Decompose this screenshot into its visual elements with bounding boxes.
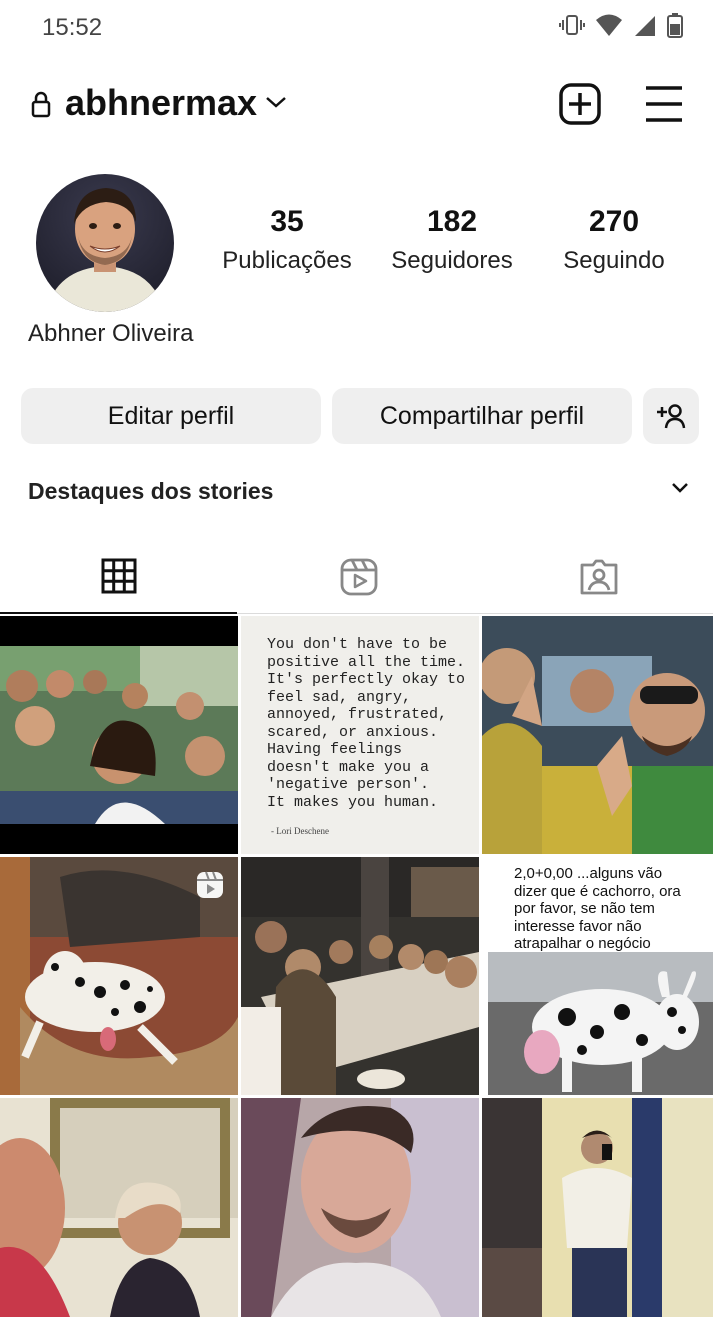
following-label: Seguindo xyxy=(563,247,665,274)
following-count: 270 xyxy=(588,205,640,238)
discover-people-button[interactable] xyxy=(643,388,699,444)
reel-badge-icon xyxy=(197,871,223,898)
story-highlights-toggle[interactable]: Destaques dos stories xyxy=(0,470,713,512)
posts-stat[interactable]: 35 Publicações xyxy=(216,205,358,275)
quote-text: You don't have to be positive all the ti… xyxy=(267,636,466,811)
status-bar: 15:52 xyxy=(0,0,713,56)
share-profile-button[interactable]: Compartilhar perfil xyxy=(332,388,632,444)
post-thumbnail[interactable] xyxy=(0,1098,238,1317)
post-thumbnail[interactable] xyxy=(241,1098,479,1317)
menu-icon xyxy=(646,86,682,122)
full-name: Abhner Oliveira xyxy=(28,320,194,347)
followers-count: 182 xyxy=(426,205,478,238)
post-thumbnail[interactable] xyxy=(241,857,479,1095)
new-post-icon xyxy=(559,83,601,125)
post-thumbnail-caption[interactable]: 2,0+0,00 ...alguns vão dizer que é cacho… xyxy=(482,857,713,1095)
username[interactable]: abhnermax xyxy=(65,82,257,124)
tab-reels[interactable] xyxy=(240,540,477,614)
profile-tabs xyxy=(0,540,713,614)
tab-tagged[interactable] xyxy=(480,540,713,614)
vibrate-icon xyxy=(559,15,585,35)
profile-actions: Editar perfil Compartilhar perfil xyxy=(0,388,713,444)
following-stat[interactable]: 270 Seguindo xyxy=(548,205,680,275)
post-thumbnail-quote[interactable]: You don't have to be positive all the ti… xyxy=(241,616,479,854)
posts-label: Publicações xyxy=(222,247,352,274)
add-person-icon xyxy=(657,404,686,429)
lock-icon xyxy=(31,91,51,118)
post-thumbnail[interactable] xyxy=(0,616,238,854)
posts-count: 35 xyxy=(270,205,304,238)
wifi-icon xyxy=(596,14,622,36)
highlights-label: Destaques dos stories xyxy=(28,478,274,504)
followers-stat[interactable]: 182 Seguidores xyxy=(382,205,522,275)
status-time: 15:52 xyxy=(42,14,103,41)
menu-button[interactable] xyxy=(644,84,684,124)
battery-icon xyxy=(667,13,683,38)
tagged-icon xyxy=(580,559,617,595)
grid-icon xyxy=(101,558,136,594)
tab-posts-grid[interactable] xyxy=(0,540,237,614)
reels-icon xyxy=(340,558,377,596)
signal-icon xyxy=(635,16,655,36)
quote-author: - Lori Deschene xyxy=(271,826,329,836)
profile-header: abhnermax xyxy=(0,70,713,136)
post-thumbnail[interactable] xyxy=(482,1098,713,1317)
status-icons xyxy=(559,12,683,38)
post-thumbnail[interactable] xyxy=(482,616,713,854)
chevron-down-icon[interactable] xyxy=(264,94,288,110)
edit-profile-button[interactable]: Editar perfil xyxy=(21,388,321,444)
post-thumbnail-reel[interactable] xyxy=(0,857,238,1095)
posts-grid: You don't have to be positive all the ti… xyxy=(0,616,713,1317)
avatar[interactable] xyxy=(36,174,174,312)
followers-label: Seguidores xyxy=(391,247,513,274)
new-post-button[interactable] xyxy=(558,82,602,126)
chevron-down-icon xyxy=(672,483,688,493)
